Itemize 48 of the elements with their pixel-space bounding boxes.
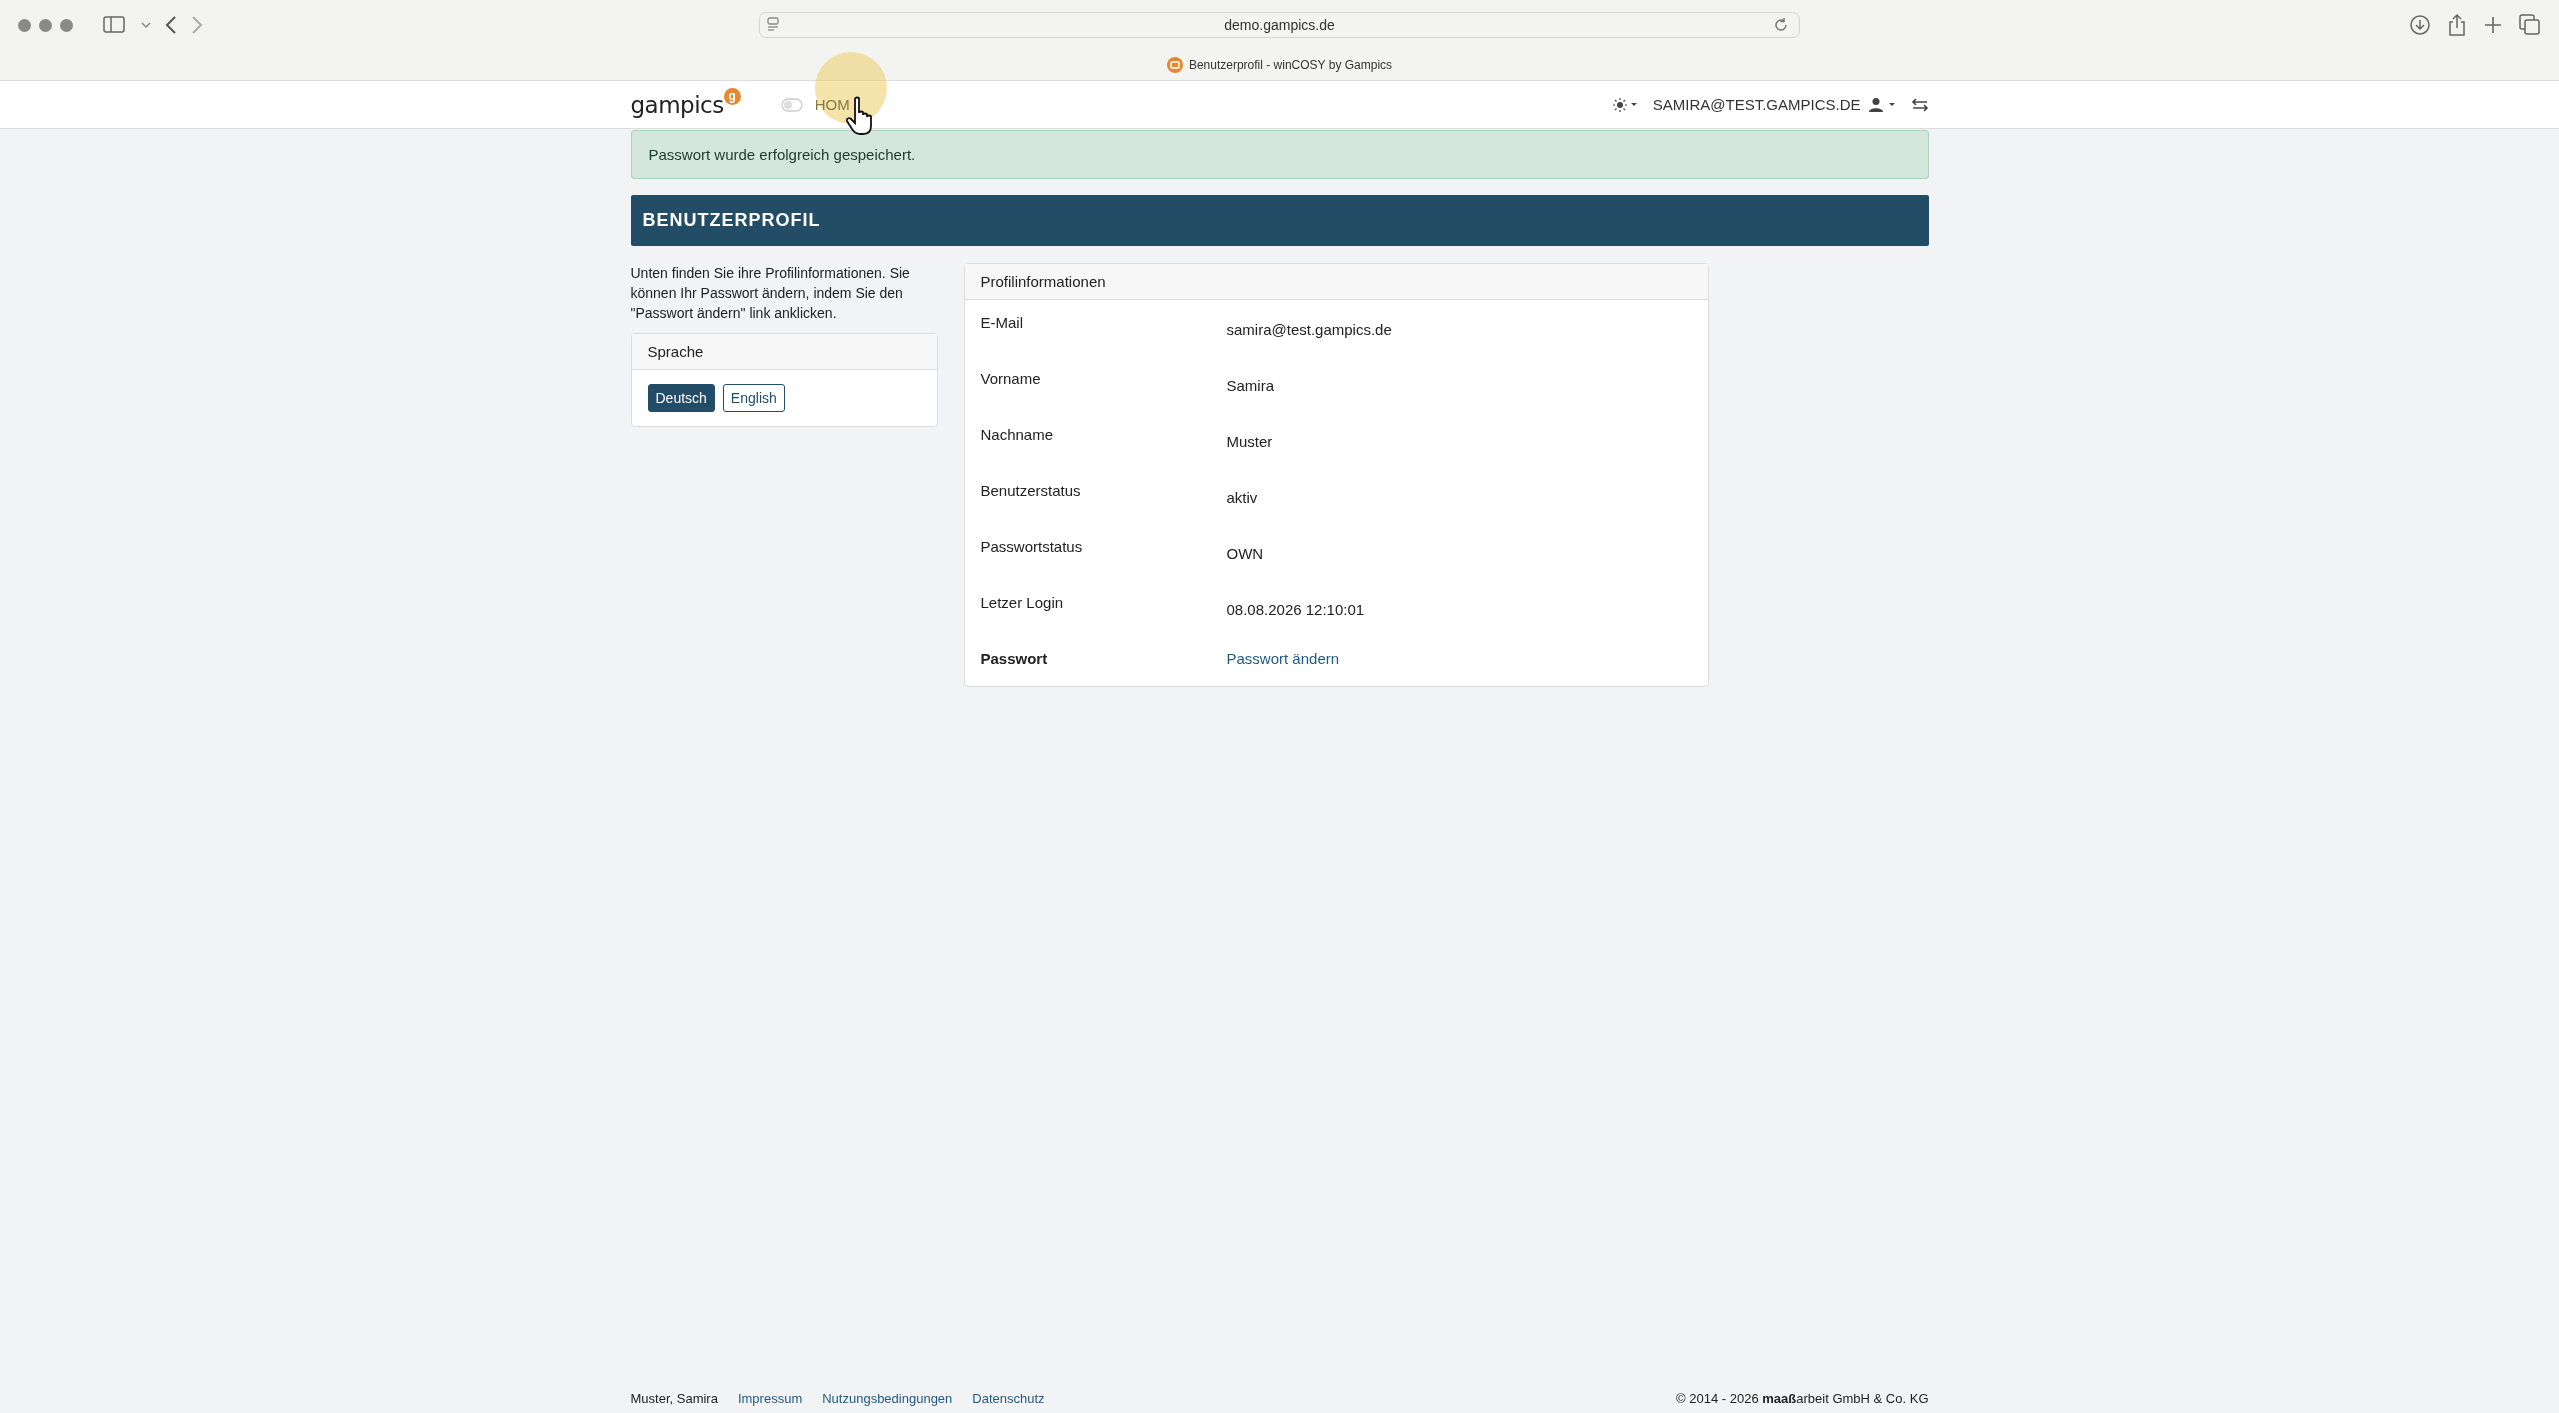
sidebar-icon[interactable] [103, 16, 127, 34]
footer-link[interactable]: Datenschutz [972, 1390, 1045, 1406]
field-value: samira@test.gampics.de [1226, 320, 1392, 340]
page-title: BENUTZERPROFIL [630, 195, 1929, 246]
window-minimize-control[interactable] [39, 18, 52, 32]
back-icon[interactable] [165, 15, 177, 35]
copyright-text: © 2014 - 2026 maaßarbeit GmbH & Co. KG [1676, 1390, 1929, 1406]
field-label: E-Mail [980, 314, 1024, 333]
chevron-down-icon[interactable] [141, 21, 151, 29]
brand-logo[interactable]: gampics [630, 91, 724, 118]
brand-badge: g [723, 87, 741, 105]
toggle-icon[interactable] [780, 97, 803, 112]
tabs-overview-icon[interactable] [2519, 14, 2541, 36]
share-icon[interactable] [2447, 13, 2467, 37]
page-icon [766, 17, 780, 33]
language-button[interactable]: English [722, 384, 785, 412]
field-label: Letzer Login [980, 594, 1065, 613]
theme-icon[interactable] [1612, 97, 1639, 112]
browser-tab[interactable]: Benutzerprofil - winCOSY by Gampics [1166, 57, 1393, 73]
footer-link[interactable]: Impressum [737, 1390, 803, 1406]
download-icon[interactable] [2409, 14, 2431, 36]
field-label: Vorname [980, 370, 1042, 389]
field-value: Samira [1226, 376, 1274, 396]
person-icon[interactable] [1868, 96, 1897, 113]
field-value: aktiv [1226, 488, 1258, 508]
footer-user: Muster, Samira [630, 1390, 718, 1406]
plus-icon[interactable] [2483, 15, 2503, 35]
field-value: Muster [1226, 432, 1273, 452]
reload-icon[interactable] [1773, 17, 1789, 33]
favicon-icon [1166, 57, 1183, 73]
card-header: Sprache [631, 334, 937, 370]
field-value: 08.08.2026 12:10:01 [1226, 600, 1365, 620]
card-header: Profilinformationen [964, 264, 1708, 300]
field-label: Nachname [980, 426, 1055, 445]
window-close-control[interactable] [18, 18, 31, 32]
intro-text: Unten finden Sie ihre Profilinformationen. Sie können Ihr Passwort ändern, indem Sie den "Passwort ändern" link anklicken. [630, 264, 911, 323]
swap-icon[interactable] [1910, 96, 1929, 113]
address-bar[interactable]: demo.gampics.de [759, 12, 1800, 38]
change-password-link[interactable]: Passwort ändern [1226, 650, 1340, 667]
field-label: Passwort [980, 650, 1049, 667]
field-label: Benutzerstatus [980, 482, 1082, 501]
window-zoom-control[interactable] [60, 18, 73, 32]
field-value: OWN [1226, 544, 1264, 564]
success-alert: Passwort wurde erfolgreich gespeichert. [630, 130, 1929, 179]
language-button[interactable]: Deutsch [647, 384, 715, 412]
field-label: Passwortstatus [980, 538, 1084, 557]
footer-link[interactable]: Nutzungsbedingungen [822, 1390, 953, 1406]
user-menu[interactable]: SAMIRA@TEST.GAMPICS.DE [1652, 96, 1861, 113]
